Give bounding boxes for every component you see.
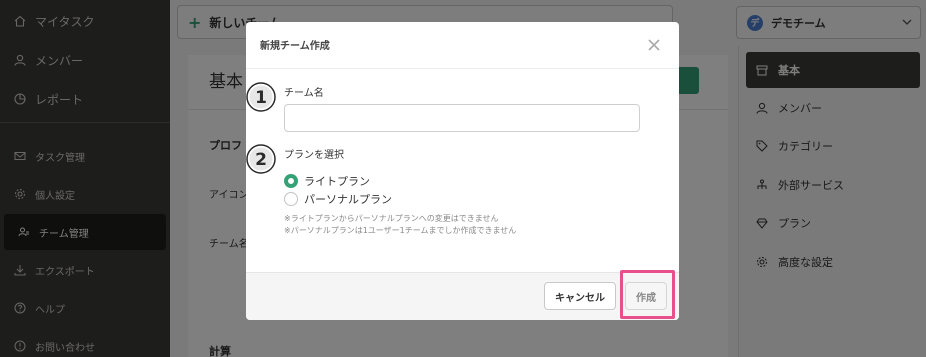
plan-option-label: ライトプラン xyxy=(304,175,370,188)
plan-note-1: ※ライトプランからパーソナルプランへの変更はできません xyxy=(284,214,499,223)
close-icon[interactable] xyxy=(647,38,661,52)
team-name-label: チーム名 xyxy=(284,88,324,99)
radio-button[interactable] xyxy=(284,192,298,206)
step-1-number: 1 xyxy=(255,88,267,108)
team-name-input[interactable] xyxy=(284,104,640,132)
modal-header-divider xyxy=(246,68,679,69)
modal-title: 新規チーム作成 xyxy=(260,41,330,52)
plan-option-label: パーソナルプラン xyxy=(304,193,392,206)
create-team-modal: 新規チーム作成 1 チーム名 2 プランを選択 ライトプラン パーソナルプラン … xyxy=(246,22,679,320)
plan-option-light[interactable]: ライトプラン xyxy=(284,173,370,189)
plan-select-label: プランを選択 xyxy=(284,150,344,161)
plan-option-personal[interactable]: パーソナルプラン xyxy=(284,191,392,207)
cancel-button[interactable]: キャンセル xyxy=(544,282,616,310)
step-2-number: 2 xyxy=(255,150,267,170)
plan-note-2: ※パーソナルプランは1ユーザー1チームまでしか作成できません xyxy=(284,226,517,235)
step-1-badge: 1 xyxy=(246,82,276,112)
step-2-badge: 2 xyxy=(246,144,276,174)
create-button-highlight xyxy=(620,270,675,319)
radio-button-checked[interactable] xyxy=(284,174,298,188)
